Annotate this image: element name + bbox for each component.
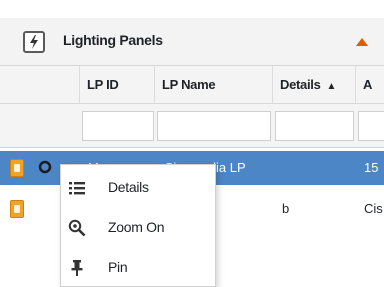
cell-details [282, 151, 352, 185]
panel-title: Lighting Panels [63, 32, 163, 48]
panel-header[interactable]: Lighting Panels [0, 18, 384, 66]
context-menu: Details Zoom On Pin [60, 164, 216, 287]
cell-extra: Cis [364, 201, 383, 216]
zoom-icon [68, 219, 86, 237]
locate-icon[interactable] [38, 160, 54, 176]
column-header-lp-name[interactable]: LP Name [155, 66, 273, 104]
top-strip [0, 0, 384, 18]
collapse-arrow-icon[interactable] [356, 38, 368, 46]
menu-item-details[interactable]: Details [61, 168, 217, 208]
sort-ascending-icon: ▲ [326, 81, 337, 92]
column-header-label: LP ID [87, 77, 119, 92]
lp-name-filter-input[interactable] [157, 111, 271, 141]
cell-extra: 15 [364, 160, 379, 175]
menu-item-zoom-on[interactable]: Zoom On [61, 208, 217, 248]
column-header-details[interactable]: Details ▲ [273, 66, 356, 104]
details-filter-input[interactable] [275, 111, 354, 141]
column-header-select [0, 66, 80, 104]
column-header-row: LP ID LP Name Details ▲ A [0, 66, 384, 104]
column-header-label: Details [280, 77, 321, 92]
column-header-more[interactable]: A [356, 66, 384, 104]
cell-details: b [282, 201, 290, 216]
list-icon [69, 182, 85, 195]
menu-item-label: Details [108, 179, 149, 195]
menu-item-label: Pin [108, 259, 128, 275]
lightning-icon [23, 31, 45, 53]
more-filter-input[interactable] [358, 111, 384, 141]
column-header-label: A [363, 77, 373, 92]
menu-item-pin[interactable]: Pin [61, 248, 217, 287]
column-header-lp-id[interactable]: LP ID [80, 66, 155, 104]
lighting-panel-icon [10, 159, 24, 177]
lighting-panel-icon [10, 200, 24, 218]
column-header-label: LP Name [162, 77, 216, 92]
lp-id-filter-input[interactable] [82, 111, 154, 141]
menu-item-label: Zoom On [108, 219, 165, 235]
filter-row [0, 104, 384, 148]
pin-icon [71, 260, 83, 276]
